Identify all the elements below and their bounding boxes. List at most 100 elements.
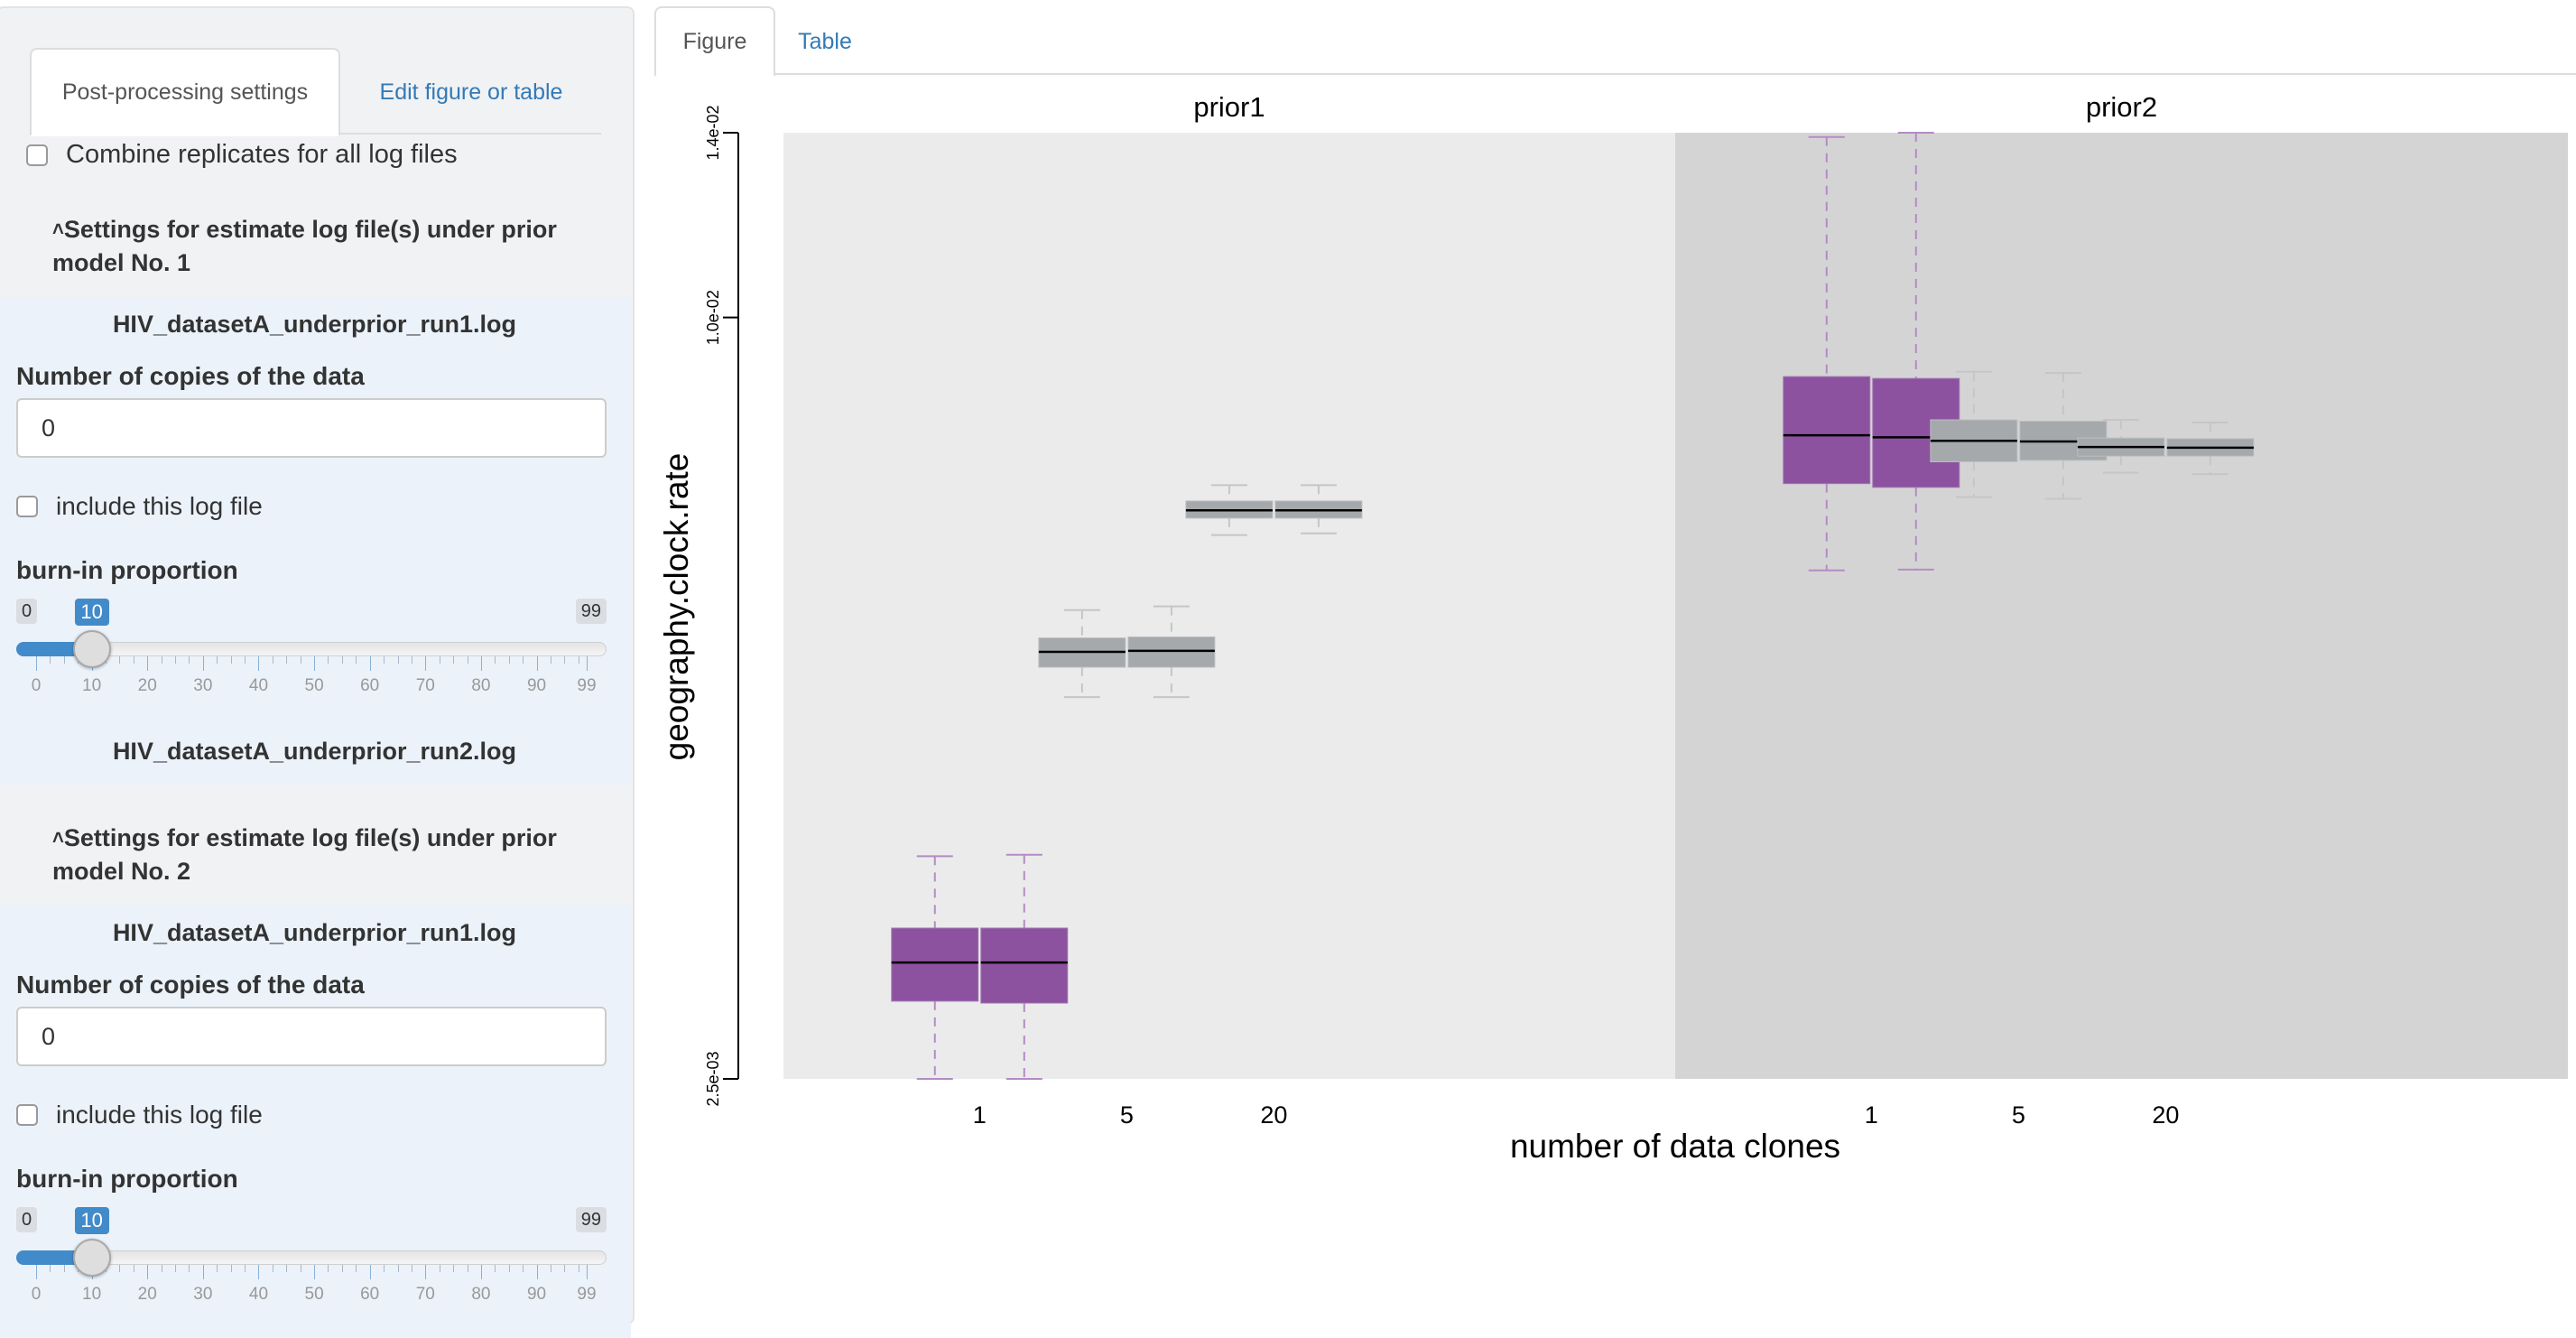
prior1-copies-label: Number of copies of the data: [16, 362, 365, 390]
prior1-include-log-label: include this log file: [56, 492, 263, 520]
y-tick-label: 1.0e-02: [704, 290, 722, 345]
slider-tick: [189, 1265, 190, 1272]
slider-tick: [245, 656, 246, 664]
combine-replicates-checkbox[interactable]: [26, 144, 48, 166]
slider-tick: [328, 656, 329, 664]
prior1-include-log-option[interactable]: include this log file: [16, 492, 263, 521]
slider-handle[interactable]: [72, 1239, 111, 1277]
panel-background-prior2: [1675, 133, 2568, 1079]
slider-tick-label: 70: [415, 676, 435, 695]
prior2-settings-toggle[interactable]: ˄Settings for estimate log file(s) under…: [52, 821, 594, 888]
slider-tick: [147, 656, 149, 671]
prior1-include-log-checkbox[interactable]: [16, 496, 38, 517]
slider-tick: [50, 656, 51, 664]
slider-tick: [258, 656, 260, 671]
boxplot-figure: prior1 1 5 20 prior2 1 5 20 1.4e-02 1.0e-02 2.5e-0…: [658, 91, 2568, 1165]
slider-tick: [495, 656, 496, 664]
prior1-log1-filename: HIV_datasetA_underprior_run1.log: [112, 311, 517, 338]
sidebar-panel: Post-processing settings Edit figure or …: [0, 6, 635, 1338]
main-tabs: Figure Table: [654, 6, 2576, 77]
slider-tick: [495, 1265, 496, 1272]
prior1-copies-input[interactable]: [16, 398, 607, 458]
chevron-up-icon: ˄: [52, 218, 64, 240]
slider-tick: [369, 656, 371, 671]
slider-tick: [425, 1265, 427, 1279]
prior1-burnin-label: burn-in proportion: [16, 556, 238, 584]
slider-tick-label: 60: [360, 1285, 380, 1304]
slider-tick: [36, 1265, 37, 1279]
slider-tick: [119, 1265, 121, 1272]
slider-tick-label: 30: [193, 1285, 213, 1304]
box-prior2-clones-1-rep1: [1783, 376, 1871, 485]
prior2-log1-filename: HIV_datasetA_underprior_run1.log: [112, 919, 517, 946]
prior1-settings-heading: Settings for estimate log file(s) under …: [52, 216, 557, 276]
prior2-copies-input[interactable]: [16, 1007, 607, 1066]
slider-tick-label: 90: [526, 676, 547, 695]
tab-post-processing-settings[interactable]: Post-processing settings: [30, 48, 340, 136]
slider-tick: [217, 656, 218, 664]
slider-tick-label: 80: [471, 1285, 491, 1304]
slider-tick: [397, 656, 399, 664]
slider-tick: [425, 656, 427, 671]
slider-tick-label: 20: [137, 676, 157, 695]
slider-tick: [175, 1265, 177, 1272]
tab-edit-figure-or-table[interactable]: Edit figure or table: [340, 48, 602, 136]
slider-max-label: 99: [575, 599, 607, 624]
slider-tick-label: 0: [31, 1285, 42, 1304]
y-tick-label: 2.5e-03: [704, 1051, 722, 1106]
x-axis-title: number of data clones: [1510, 1128, 1840, 1165]
slider-value-label: 10: [74, 1207, 109, 1234]
x-tick-label: 20: [1260, 1101, 1287, 1129]
slider-max-label: 99: [575, 1207, 607, 1232]
slider-tick: [341, 656, 343, 664]
prior1-log2-filename: HIV_datasetA_underprior_run2.log: [112, 738, 517, 765]
slider-tick-label: 99: [577, 1285, 597, 1304]
x-tick-label: 1: [973, 1101, 987, 1129]
tab-figure[interactable]: Figure: [654, 6, 775, 77]
slider-tick-label: 70: [415, 1285, 435, 1304]
slider-tick: [508, 656, 510, 664]
facet-label-prior1: prior1: [1193, 91, 1265, 123]
slider-tick: [50, 1265, 51, 1272]
x-tick-label: 1: [1865, 1101, 1878, 1129]
slider-tick: [286, 656, 288, 664]
y-tick-label: 1.4e-02: [704, 105, 722, 160]
slider-tick-label: 0: [31, 676, 42, 695]
slider-tick: [245, 1265, 246, 1272]
slider-tick: [202, 656, 204, 671]
slider-tick: [328, 1265, 329, 1272]
prior1-burnin-slider[interactable]: 0 99 0 10 20 30 40 50 60 70 80 90 99 10: [16, 599, 607, 707]
prior2-include-log-checkbox[interactable]: [16, 1104, 38, 1126]
x-tick-label: 5: [2012, 1101, 2025, 1129]
slider-tick: [536, 1265, 538, 1279]
slider-tick: [217, 1265, 218, 1272]
slider-tick: [587, 1265, 588, 1279]
slider-tick: [587, 656, 588, 671]
slider-min-label: 0: [16, 599, 38, 624]
slider-tick: [314, 656, 316, 671]
combine-replicates-option[interactable]: Combine replicates for all log files: [26, 140, 458, 170]
prior2-settings-heading: Settings for estimate log file(s) under …: [52, 824, 557, 885]
y-axis-title: geography.clock.rate: [658, 453, 695, 761]
slider-tick: [508, 1265, 510, 1272]
slider-tick-label: 80: [471, 676, 491, 695]
slider-tick-label: 40: [248, 676, 269, 695]
slider-tick: [480, 1265, 482, 1279]
slider-tick: [369, 1265, 371, 1279]
slider-tick-label: 40: [248, 1285, 269, 1304]
slider-tick: [564, 1265, 566, 1272]
prior1-settings-toggle[interactable]: ˄Settings for estimate log file(s) under…: [52, 212, 594, 280]
slider-tick-label: 60: [360, 676, 380, 695]
slider-handle[interactable]: [72, 630, 111, 668]
prior2-burnin-slider[interactable]: 0 99 0 10 20 30 40 50 60 70 80 90 99 10: [16, 1207, 607, 1315]
combine-replicates-label: Combine replicates for all log files: [66, 140, 458, 169]
slider-tick-label: 30: [193, 676, 213, 695]
prior2-include-log-option[interactable]: include this log file: [16, 1101, 263, 1129]
slider-value-label: 10: [74, 599, 109, 626]
slider-tick: [63, 1265, 65, 1272]
slider-tick: [189, 656, 190, 664]
slider-tick: [175, 656, 177, 664]
slider-tick-label: 99: [577, 676, 597, 695]
slider-tick: [453, 1265, 455, 1272]
tab-table[interactable]: Table: [775, 6, 875, 77]
